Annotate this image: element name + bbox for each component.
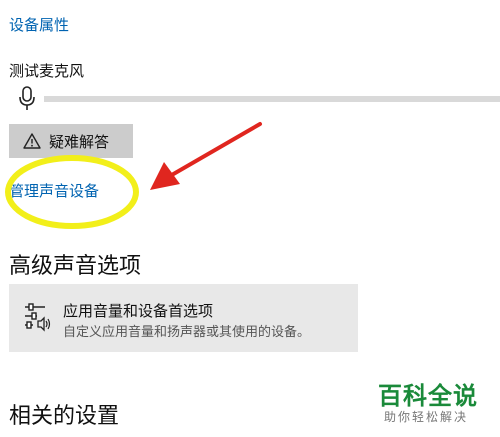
annotation-ellipse — [5, 155, 139, 229]
app-volume-title: 应用音量和设备首选项 — [63, 302, 214, 320]
warning-icon — [23, 133, 41, 149]
watermark-subtitle: 助你轻松解决 — [384, 410, 469, 424]
app-volume-description: 自定义应用音量和扬声器或其使用的设备。 — [63, 325, 311, 340]
app-volume-preferences-card[interactable]: 应用音量和设备首选项 自定义应用音量和扬声器或其使用的设备。 — [9, 284, 358, 352]
troubleshoot-label: 疑难解答 — [49, 133, 110, 151]
advanced-sound-options-heading: 高级声音选项 — [9, 254, 142, 279]
annotation-arrow — [150, 122, 262, 190]
app-volume-icon — [25, 303, 51, 332]
microphone-level-bar — [44, 96, 500, 102]
related-settings-heading: 相关的设置 — [9, 404, 120, 429]
watermark-title: 百科全说 — [378, 382, 478, 410]
device-properties-link[interactable]: 设备属性 — [9, 14, 69, 35]
test-microphone-label: 测试麦克风 — [9, 62, 85, 80]
microphone-icon — [19, 86, 35, 110]
